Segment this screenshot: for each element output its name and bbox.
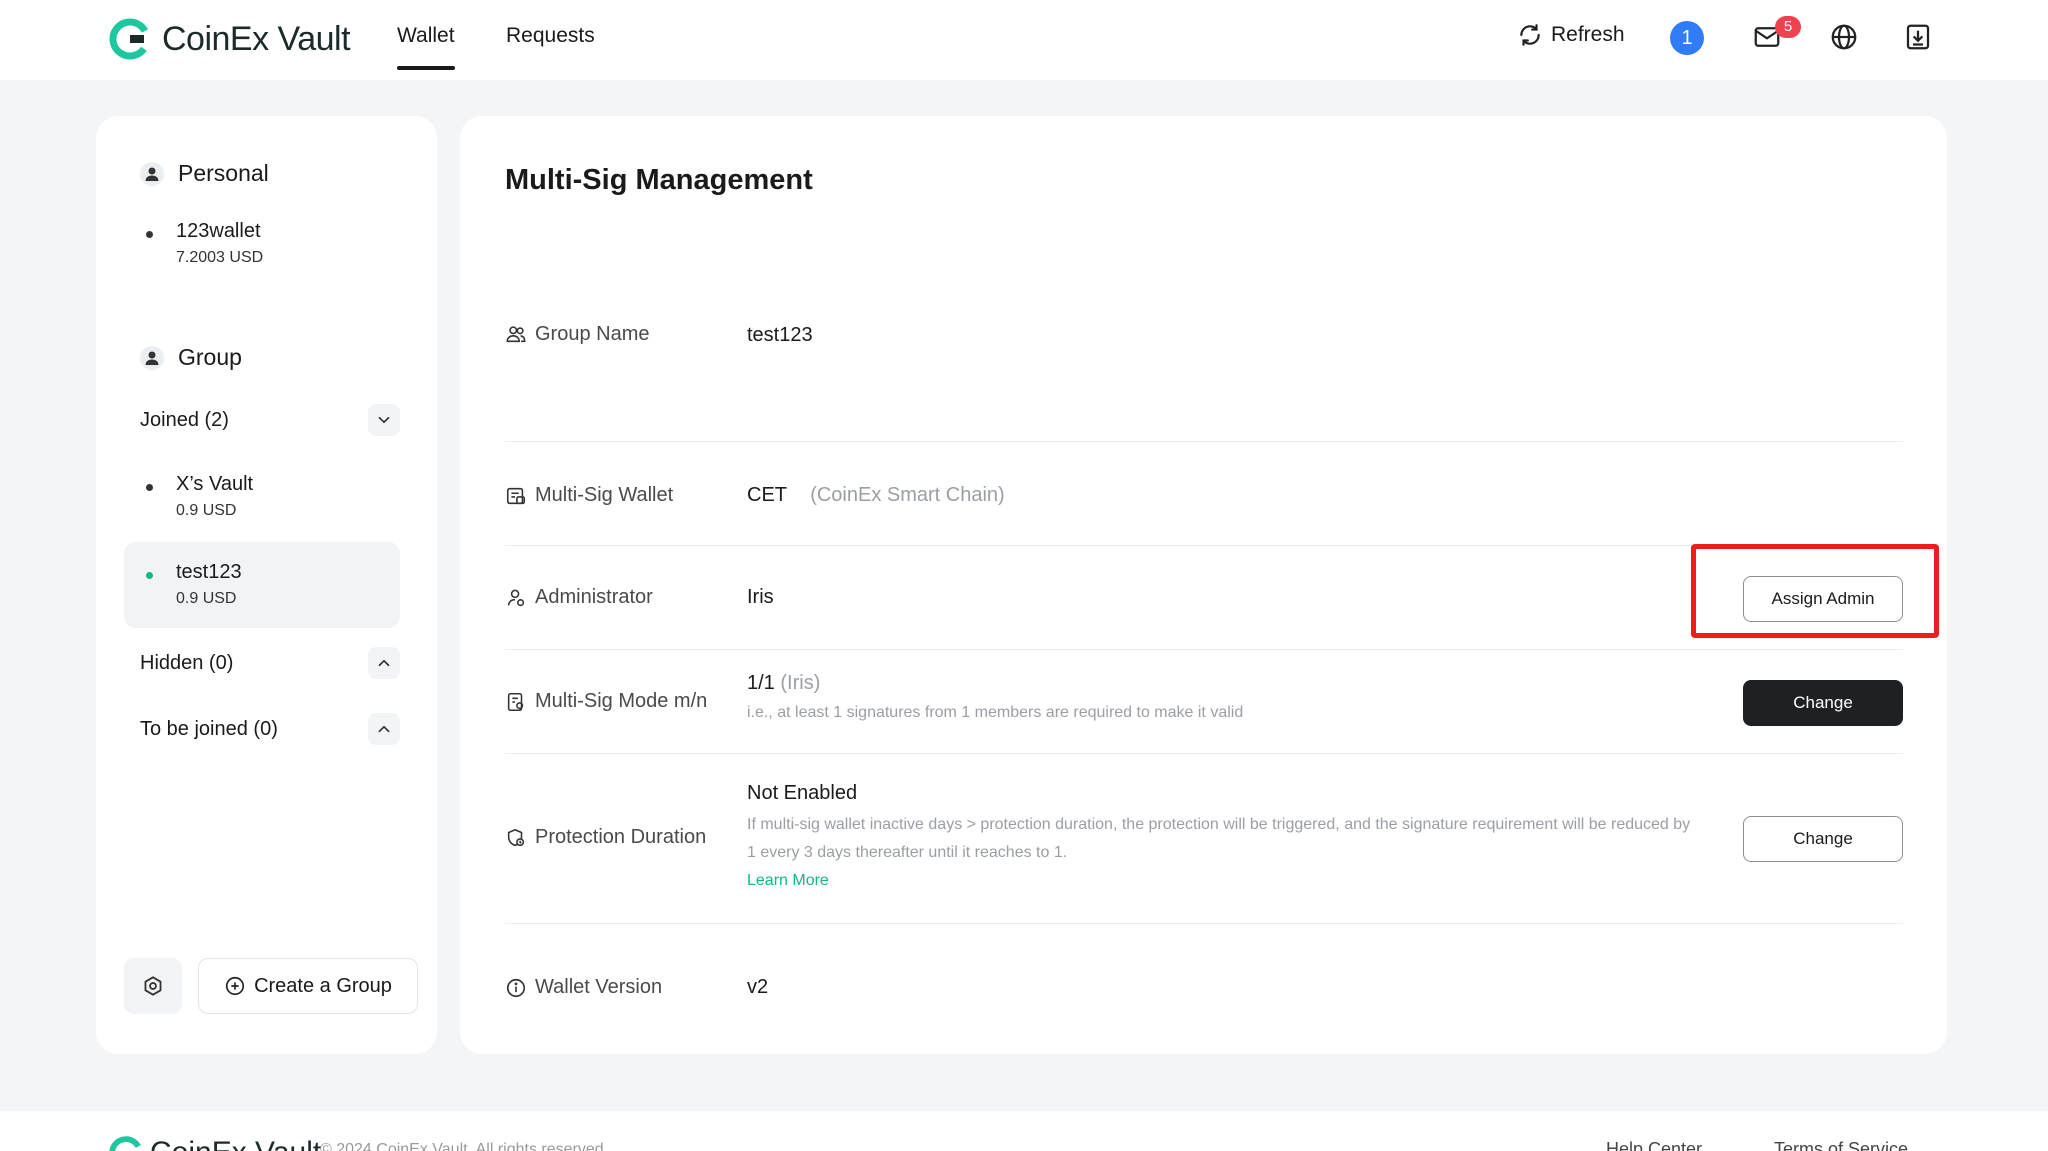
- change-mode-button[interactable]: Change: [1743, 680, 1903, 726]
- logo-text: CoinEx Vault: [162, 19, 351, 58]
- multisig-mode-row: Multi-Sig Mode m/n 1/1 (Iris) i.e., at l…: [505, 650, 1903, 754]
- joined-label: Joined (2): [140, 408, 229, 431]
- wallet-balance: 0.9 USD: [176, 502, 237, 519]
- joined-groups-toggle[interactable]: Joined (2): [140, 404, 400, 436]
- help-center-link[interactable]: Help Center: [1606, 1139, 1702, 1151]
- chevron-down-icon[interactable]: [368, 404, 400, 436]
- people-icon: [505, 323, 527, 345]
- wallet-name: 123wallet: [176, 220, 261, 242]
- group-section-header: Group: [140, 344, 242, 371]
- wallet-item-123wallet[interactable]: 123wallet 7.2003 USD: [146, 220, 263, 267]
- terms-of-service-link[interactable]: Terms of Service: [1774, 1139, 1908, 1151]
- wallet-version-row: Wallet Version v2: [505, 924, 1903, 1028]
- info-icon: [505, 977, 527, 999]
- top-navigation-bar: CoinEx Vault Wallet Requests Refresh 1 5: [0, 0, 2048, 80]
- wallet-item-test123[interactable]: test123 0.9 USD: [146, 561, 242, 608]
- mode-ratio: 1/1: [747, 672, 775, 694]
- group-icon: [140, 345, 164, 370]
- protection-duration-label: Protection Duration: [505, 826, 706, 849]
- mode-description: i.e., at least 1 signatures from 1 membe…: [747, 704, 1244, 721]
- learn-more-link[interactable]: Learn More: [747, 867, 1697, 895]
- wallet-dot: [146, 484, 153, 491]
- chevron-up-icon[interactable]: [368, 713, 400, 745]
- group-name-value: test123: [747, 324, 813, 346]
- wallet-chain: (CoinEx Smart Chain): [810, 484, 1005, 506]
- personal-section-header: Personal: [140, 160, 269, 187]
- wallet-name: X’s Vault: [176, 473, 254, 495]
- protection-description: If multi-sig wallet inactive days > prot…: [747, 816, 1691, 861]
- download-icon[interactable]: [1903, 22, 1933, 52]
- to-be-joined-label: To be joined (0): [140, 717, 278, 740]
- mail-count-badge: 5: [1775, 16, 1801, 38]
- multisig-mode-label: Multi-Sig Mode m/n: [505, 690, 707, 713]
- tab-wallet[interactable]: Wallet: [397, 24, 455, 70]
- refresh-icon: [1517, 22, 1543, 48]
- settings-button[interactable]: [124, 958, 182, 1014]
- group-name-row: Group Name test123: [505, 323, 1903, 442]
- footer-logo[interactable]: CoinEx Vault: [108, 1135, 321, 1151]
- active-wallet-dot: [146, 572, 153, 579]
- footer: CoinEx Vault © 2024 CoinEx Vault. All ri…: [0, 1111, 2048, 1151]
- plus-circle-icon: [224, 975, 246, 997]
- document-icon: [505, 691, 527, 713]
- protection-duration-row: Protection Duration Not Enabled If multi…: [505, 754, 1903, 924]
- footer-logo-icon: [109, 1136, 143, 1151]
- change-protection-button[interactable]: Change: [1743, 816, 1903, 862]
- wallet-icon: [505, 485, 527, 507]
- multisig-mode-value: 1/1 (Iris) i.e., at least 1 signatures f…: [747, 672, 1243, 727]
- tab-requests[interactable]: Requests: [506, 24, 595, 48]
- wallet-name: test123: [176, 561, 242, 583]
- create-group-label: Create a Group: [254, 974, 392, 997]
- hidden-label: Hidden (0): [140, 651, 234, 674]
- wallet-balance: 7.2003 USD: [176, 249, 264, 266]
- wallet-sidebar: Personal 123wallet 7.2003 USD Group Join…: [96, 116, 437, 1054]
- wallet-coin: CET: [747, 484, 787, 506]
- administrator-label: Administrator: [505, 586, 653, 609]
- coinex-vault-logo[interactable]: CoinEx Vault: [108, 16, 351, 62]
- to-be-joined-toggle[interactable]: To be joined (0): [140, 713, 400, 745]
- multisig-wallet-value: CET (CoinEx Smart Chain): [747, 484, 1005, 507]
- shield-clock-icon: [505, 827, 527, 849]
- multisig-wallet-label: Multi-Sig Wallet: [505, 484, 673, 507]
- protection-status: Not Enabled: [747, 782, 858, 804]
- protection-duration-value: Not Enabled If multi-sig wallet inactive…: [747, 782, 1697, 895]
- page-title: Multi-Sig Management: [505, 164, 813, 196]
- coinex-logo-icon: [108, 17, 152, 61]
- wallet-version-value: v2: [747, 976, 769, 998]
- footer-logo-text: CoinEx Vault: [150, 1136, 321, 1151]
- wallet-version-label: Wallet Version: [505, 976, 662, 999]
- administrator-value: Iris: [747, 586, 774, 608]
- globe-icon[interactable]: [1829, 22, 1859, 52]
- settings-icon: [142, 975, 164, 997]
- wallet-dot: [146, 231, 153, 238]
- wallet-item-xs-vault[interactable]: X’s Vault 0.9 USD: [146, 473, 253, 520]
- copyright-text: © 2024 CoinEx Vault. All rights reserved…: [320, 1141, 609, 1151]
- notification-count-badge[interactable]: 1: [1670, 21, 1704, 55]
- group-title: Group: [178, 344, 242, 370]
- hidden-groups-toggle[interactable]: Hidden (0): [140, 647, 400, 679]
- highlight-box: [1691, 544, 1939, 638]
- wallet-balance: 0.9 USD: [176, 590, 237, 607]
- multisig-wallet-row: Multi-Sig Wallet CET (CoinEx Smart Chain…: [505, 442, 1903, 546]
- person-icon: [140, 161, 164, 186]
- mode-signer: (Iris): [780, 672, 821, 694]
- chevron-up-icon[interactable]: [368, 647, 400, 679]
- group-name-label: Group Name: [505, 323, 650, 345]
- refresh-label: Refresh: [1551, 23, 1625, 46]
- personal-title: Personal: [178, 160, 269, 186]
- refresh-button[interactable]: Refresh: [1517, 22, 1625, 48]
- create-group-button[interactable]: Create a Group: [198, 958, 418, 1014]
- admin-user-icon: [505, 587, 527, 609]
